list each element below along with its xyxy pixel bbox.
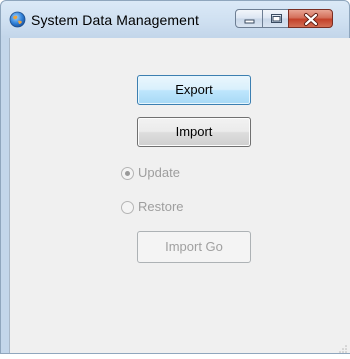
update-radio[interactable]: Update <box>121 165 241 181</box>
close-button[interactable] <box>288 9 333 28</box>
restore-radio-label: Restore <box>138 199 184 214</box>
close-icon <box>304 13 318 26</box>
minimize-icon <box>244 19 255 24</box>
app-globe-icon[interactable] <box>9 11 26 28</box>
maximize-button[interactable] <box>262 9 289 28</box>
radio-circle-restore <box>121 201 134 214</box>
caption-buttons <box>235 9 343 29</box>
import-button[interactable]: Import <box>137 117 251 147</box>
system-data-management-window: System Data Management Export Import Upd… <box>0 0 350 354</box>
export-button[interactable]: Export <box>137 75 251 105</box>
radio-selected-dot <box>125 171 130 176</box>
maximize-icon <box>271 14 282 23</box>
title-bar[interactable]: System Data Management <box>1 1 349 38</box>
restore-radio[interactable]: Restore <box>121 199 241 215</box>
minimize-button[interactable] <box>235 9 263 28</box>
radio-circle-update <box>121 167 134 180</box>
window-title: System Data Management <box>31 12 199 28</box>
import-go-button[interactable]: Import Go <box>137 231 251 263</box>
client-area: Export Import Update Restore Import Go <box>9 38 350 353</box>
update-radio-label: Update <box>138 165 180 180</box>
size-grip-icon[interactable] <box>338 341 348 353</box>
